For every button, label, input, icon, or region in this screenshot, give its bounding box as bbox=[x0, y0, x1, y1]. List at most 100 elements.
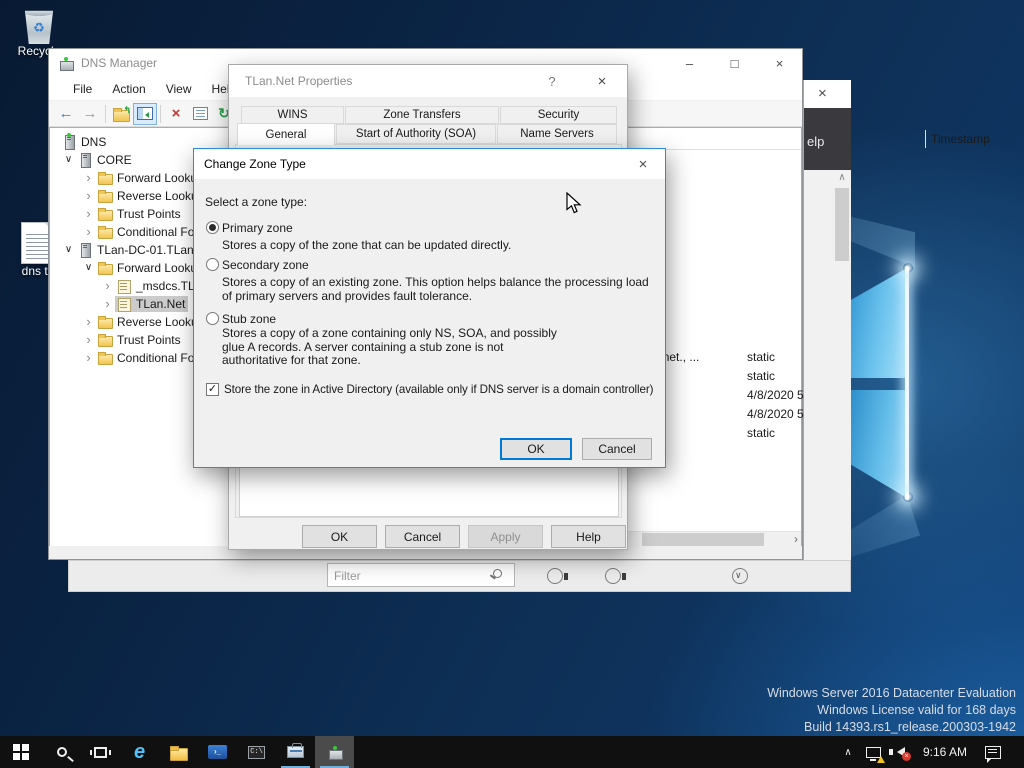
chevron-collapsed-icon[interactable]: › bbox=[100, 279, 115, 292]
stub-zone-label[interactable]: Stub zone bbox=[222, 312, 276, 326]
windows-logo-pane bbox=[849, 390, 907, 498]
tab-general[interactable]: General bbox=[237, 123, 335, 145]
properties-ok-button[interactable]: OK bbox=[302, 525, 377, 548]
store-in-ad-checkbox[interactable]: ✓ bbox=[206, 383, 219, 396]
zone-dialog-titlebar[interactable]: Change Zone Type × bbox=[194, 149, 665, 179]
command-prompt-icon: C:\ bbox=[248, 745, 265, 759]
chevron-collapsed-icon[interactable]: › bbox=[81, 333, 96, 346]
command-prompt-button[interactable]: C:\ bbox=[237, 736, 276, 768]
column-separator[interactable] bbox=[925, 130, 926, 148]
taskbar: e ›_ C:\ ∧ × 9:16 AM bbox=[0, 736, 1024, 768]
tab-wins[interactable]: WINS bbox=[241, 106, 344, 124]
chevron-expanded-icon[interactable]: ∨ bbox=[61, 245, 76, 255]
zone-cancel-button[interactable]: Cancel bbox=[582, 438, 652, 460]
close-button[interactable]: × bbox=[757, 49, 802, 77]
windows-logo-edge bbox=[905, 266, 909, 500]
chevron-collapsed-icon[interactable]: › bbox=[81, 189, 96, 202]
properties-button[interactable] bbox=[188, 103, 212, 125]
zone-ok-button[interactable]: OK bbox=[500, 438, 572, 460]
start-button[interactable] bbox=[0, 736, 42, 768]
folder-icon bbox=[97, 315, 113, 329]
notification-flag-icon[interactable] bbox=[605, 568, 626, 584]
internet-explorer-button[interactable]: e bbox=[120, 736, 159, 768]
recycle-bin-icon: ♻ bbox=[24, 10, 54, 44]
chevron-collapsed-icon[interactable]: › bbox=[81, 171, 96, 184]
stub-zone-radio[interactable] bbox=[206, 312, 219, 325]
secondary-zone-label[interactable]: Secondary zone bbox=[222, 258, 309, 272]
dns-app-icon bbox=[59, 56, 74, 71]
toolbar-separator bbox=[160, 104, 161, 123]
back-button[interactable]: ← bbox=[54, 103, 78, 125]
chevron-collapsed-icon[interactable]: › bbox=[81, 351, 96, 364]
chevron-collapsed-icon[interactable]: › bbox=[100, 297, 115, 310]
mouse-cursor bbox=[566, 191, 584, 219]
menu-file[interactable]: File bbox=[63, 77, 102, 100]
chevron-collapsed-icon[interactable]: › bbox=[81, 315, 96, 328]
network-status-icon[interactable] bbox=[860, 736, 887, 768]
tab-zone-transfers[interactable]: Zone Transfers bbox=[345, 106, 499, 124]
chevron-collapsed-icon[interactable]: › bbox=[81, 225, 96, 238]
vertical-scrollbar[interactable]: ∧ ∨ bbox=[835, 172, 849, 588]
tab-start-of-authority[interactable]: Start of Authority (SOA) bbox=[336, 124, 496, 144]
taskbar-clock[interactable]: 9:16 AM bbox=[914, 736, 976, 768]
watermark-line: Windows Server 2016 Datacenter Evaluatio… bbox=[767, 686, 1016, 700]
internet-explorer-icon: e bbox=[133, 741, 146, 763]
chevron-expanded-icon[interactable]: ∨ bbox=[81, 263, 96, 273]
properties-cancel-button[interactable]: Cancel bbox=[385, 525, 460, 548]
volume-muted-icon[interactable]: × bbox=[887, 736, 914, 768]
timestamp-column-header[interactable]: Timestamp bbox=[931, 132, 990, 146]
task-view-button[interactable] bbox=[81, 736, 120, 768]
store-in-ad-label[interactable]: Store the zone in Active Directory (avai… bbox=[224, 383, 653, 396]
filter-input[interactable] bbox=[327, 563, 515, 587]
evaluation-watermark: Windows Server 2016 Datacenter Evaluatio… bbox=[767, 685, 1016, 736]
dialog-title: TLan.Net Properties bbox=[245, 74, 353, 88]
taskbar-search-button[interactable] bbox=[42, 736, 81, 768]
menu-action[interactable]: Action bbox=[102, 77, 155, 100]
dialog-help-button[interactable]: ? bbox=[537, 65, 567, 97]
scroll-right-icon[interactable]: › bbox=[794, 532, 798, 546]
dialog-close-button[interactable]: × bbox=[585, 65, 619, 97]
maximize-button[interactable]: □ bbox=[712, 49, 757, 77]
scrollbar-thumb[interactable] bbox=[835, 188, 849, 261]
properties-icon bbox=[192, 107, 208, 120]
dns-root-icon bbox=[61, 133, 77, 150]
file-explorer-button[interactable] bbox=[159, 736, 198, 768]
secondary-zone-description: Stores a copy of an existing zone. This … bbox=[222, 275, 649, 303]
minimize-button[interactable]: – bbox=[667, 49, 712, 77]
forward-button[interactable]: → bbox=[78, 103, 102, 125]
primary-zone-radio[interactable] bbox=[206, 221, 219, 234]
powershell-button[interactable]: ›_ bbox=[198, 736, 237, 768]
close-icon[interactable]: × bbox=[818, 85, 827, 102]
tasks-dropdown-icon[interactable]: ∨ bbox=[732, 568, 748, 584]
background-window-partial: × elp ∧ ∨ bbox=[803, 80, 851, 592]
tab-security[interactable]: Security bbox=[500, 106, 617, 124]
scrollbar-thumb[interactable] bbox=[642, 533, 764, 546]
dialog-close-button[interactable]: × bbox=[627, 149, 659, 179]
mute-badge-icon: × bbox=[902, 752, 911, 761]
properties-apply-button: Apply bbox=[468, 525, 543, 548]
folder-icon bbox=[97, 351, 113, 365]
primary-zone-description: Stores a copy of the zone that can be up… bbox=[222, 238, 512, 252]
show-console-tree-button[interactable] bbox=[133, 102, 157, 125]
menu-view[interactable]: View bbox=[156, 77, 202, 100]
up-one-level-button[interactable]: ↰ bbox=[109, 103, 133, 125]
chevron-expanded-icon[interactable]: ∨ bbox=[61, 155, 76, 165]
delete-button[interactable]: × bbox=[164, 103, 188, 125]
hidden-icons-chevron[interactable]: ∧ bbox=[836, 736, 860, 768]
primary-zone-label[interactable]: Primary zone bbox=[222, 221, 293, 235]
tab-name-servers[interactable]: Name Servers bbox=[497, 124, 617, 144]
notification-flag-icon[interactable] bbox=[547, 568, 568, 584]
scroll-up-icon[interactable]: ∧ bbox=[835, 172, 849, 183]
properties-help-button[interactable]: Help bbox=[551, 525, 626, 548]
properties-titlebar[interactable]: TLan.Net Properties ? × bbox=[229, 65, 627, 97]
search-icon bbox=[56, 747, 67, 757]
dns-manager-taskbar-button[interactable] bbox=[315, 736, 354, 768]
background-window-titlebar: × bbox=[804, 80, 851, 108]
action-center-button[interactable] bbox=[976, 736, 1010, 768]
chevron-collapsed-icon[interactable]: › bbox=[81, 207, 96, 220]
system-tray: ∧ × 9:16 AM bbox=[836, 736, 1024, 768]
secondary-zone-radio[interactable] bbox=[206, 258, 219, 271]
server-manager-button[interactable] bbox=[276, 736, 315, 768]
task-view-icon bbox=[90, 746, 111, 758]
properties-list-box[interactable] bbox=[239, 467, 619, 517]
